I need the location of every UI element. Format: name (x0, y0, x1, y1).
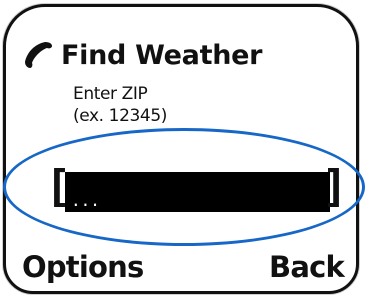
phone-display: Find Weather Enter ZIP (ex. 12345) [ ] O… (0, 0, 368, 306)
zip-input[interactable] (65, 172, 330, 212)
back-softkey[interactable]: Back (269, 250, 345, 284)
options-softkey[interactable]: Options (22, 250, 144, 284)
zip-input-wrapper: [ ] (45, 165, 348, 216)
title-row: Find Weather (21, 38, 262, 72)
page-title: Find Weather (61, 39, 263, 71)
zip-prompt-label: Enter ZIP (73, 84, 148, 104)
right-bracket: ] (321, 161, 349, 212)
zip-example-label: (ex. 12345) (73, 106, 167, 126)
phone-handset-icon (21, 38, 55, 72)
